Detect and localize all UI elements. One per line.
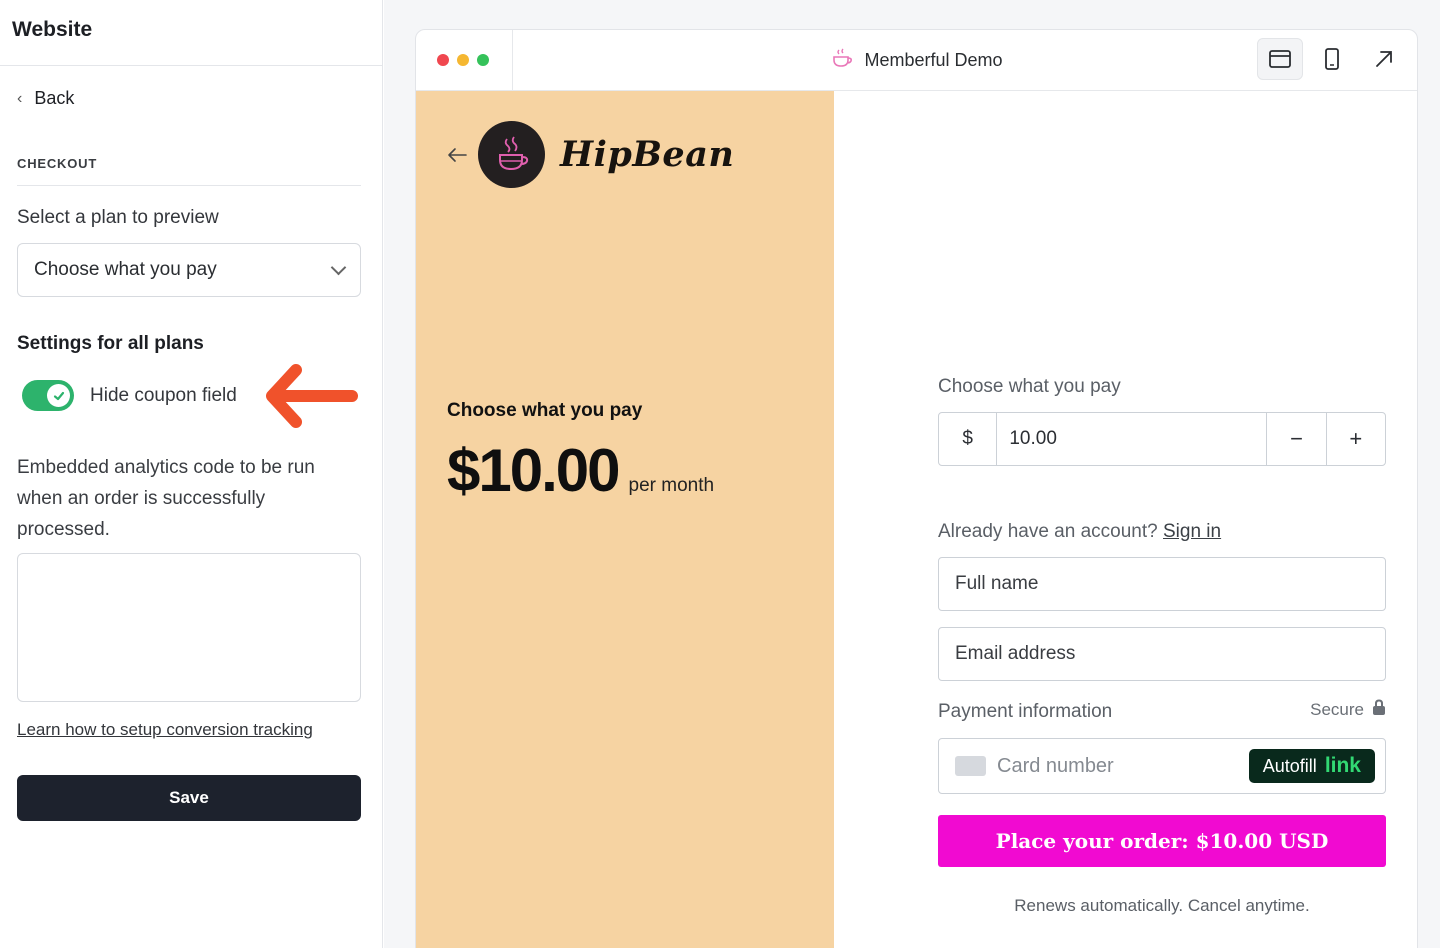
save-button[interactable]: Save <box>17 775 361 821</box>
place-order-button[interactable]: Place your order: $10.00 USD <box>938 815 1386 867</box>
view-switcher <box>1257 38 1407 80</box>
sign-in-link[interactable]: Sign in <box>1163 521 1221 542</box>
currency-symbol: $ <box>939 413 998 465</box>
plan-price: $10.00 <box>447 437 621 504</box>
hipbean-logo <box>478 121 545 188</box>
analytics-code-label: Embedded analytics code to be run when a… <box>17 457 315 540</box>
account-prompt-line: Already have an account? Sign in <box>938 521 1221 543</box>
browser-toolbar: Memberful Demo <box>416 30 1417 91</box>
back-label: Back <box>34 88 75 108</box>
email-input[interactable] <box>938 627 1386 681</box>
full-name-input[interactable] <box>938 557 1386 611</box>
credit-card-icon <box>955 756 986 776</box>
plan-name: Choose what you pay <box>447 400 643 421</box>
chevron-down-icon <box>330 259 347 275</box>
window-controls <box>416 30 513 91</box>
card-number-placeholder: Card number <box>997 754 1114 777</box>
plan-select-value: Choose what you pay <box>34 259 217 280</box>
hide-coupon-label: Hide coupon field <box>90 384 237 406</box>
settings-sidebar: Website ‹ Back CHECKOUT Select a plan to… <box>0 0 383 948</box>
pay-amount-group: $ − + <box>938 412 1386 466</box>
chevron-left-icon: ‹ <box>17 89 23 107</box>
brand-name: HipBean <box>560 134 735 175</box>
payment-info-label: Payment information <box>938 701 1113 722</box>
card-number-field[interactable]: Card number Autofill link <box>938 738 1386 794</box>
mobile-view-icon[interactable] <box>1309 38 1355 80</box>
minimize-dot-icon <box>457 54 469 66</box>
section-label-checkout: CHECKOUT <box>17 156 98 171</box>
desktop-view-icon[interactable] <box>1257 38 1303 80</box>
browser-title-text: Memberful Demo <box>864 50 1003 70</box>
browser-preview-window: Memberful Demo HipBean Choose what you p… <box>415 29 1418 948</box>
section-divider <box>17 185 361 186</box>
close-dot-icon <box>437 54 449 66</box>
hide-coupon-row: Hide coupon field <box>22 380 237 411</box>
hide-coupon-toggle[interactable] <box>22 380 74 411</box>
maximize-dot-icon <box>477 54 489 66</box>
renewal-note: Renews automatically. Cancel anytime. <box>1014 896 1310 915</box>
account-prompt: Already have an account? <box>938 521 1158 542</box>
lock-icon <box>1372 699 1386 721</box>
plan-price-row: $10.00 per month <box>447 436 714 505</box>
arrow-left-icon[interactable] <box>447 147 467 168</box>
increase-button[interactable]: + <box>1325 413 1385 465</box>
plan-period: per month <box>628 475 715 496</box>
secure-indicator: Secure <box>1310 699 1386 721</box>
autofill-label: Autofill <box>1262 755 1317 776</box>
pay-amount-label: Choose what you pay <box>938 376 1121 397</box>
annotation-arrow-icon <box>262 358 360 437</box>
sidebar-header: Website <box>0 0 382 66</box>
autofill-link-button[interactable]: Autofill link <box>1248 749 1375 783</box>
pay-amount-input[interactable] <box>997 413 1267 465</box>
analytics-code-textarea[interactable] <box>17 553 361 702</box>
conversion-tracking-link[interactable]: Learn how to setup conversion tracking <box>17 720 313 740</box>
back-link[interactable]: ‹ Back <box>17 88 74 109</box>
plan-summary-panel: HipBean Choose what you pay $10.00 per m… <box>416 91 834 948</box>
plan-select-label: Select a plan to preview <box>17 207 219 228</box>
link-brand: link <box>1324 754 1361 777</box>
secure-label: Secure <box>1310 700 1364 719</box>
open-external-icon[interactable] <box>1361 38 1407 80</box>
settings-heading: Settings for all plans <box>17 333 204 354</box>
decrease-button[interactable]: − <box>1266 413 1325 465</box>
coffee-cup-icon <box>830 47 854 74</box>
check-icon <box>47 384 70 407</box>
plan-select[interactable]: Choose what you pay <box>17 243 361 297</box>
sidebar-title: Website <box>12 18 93 41</box>
